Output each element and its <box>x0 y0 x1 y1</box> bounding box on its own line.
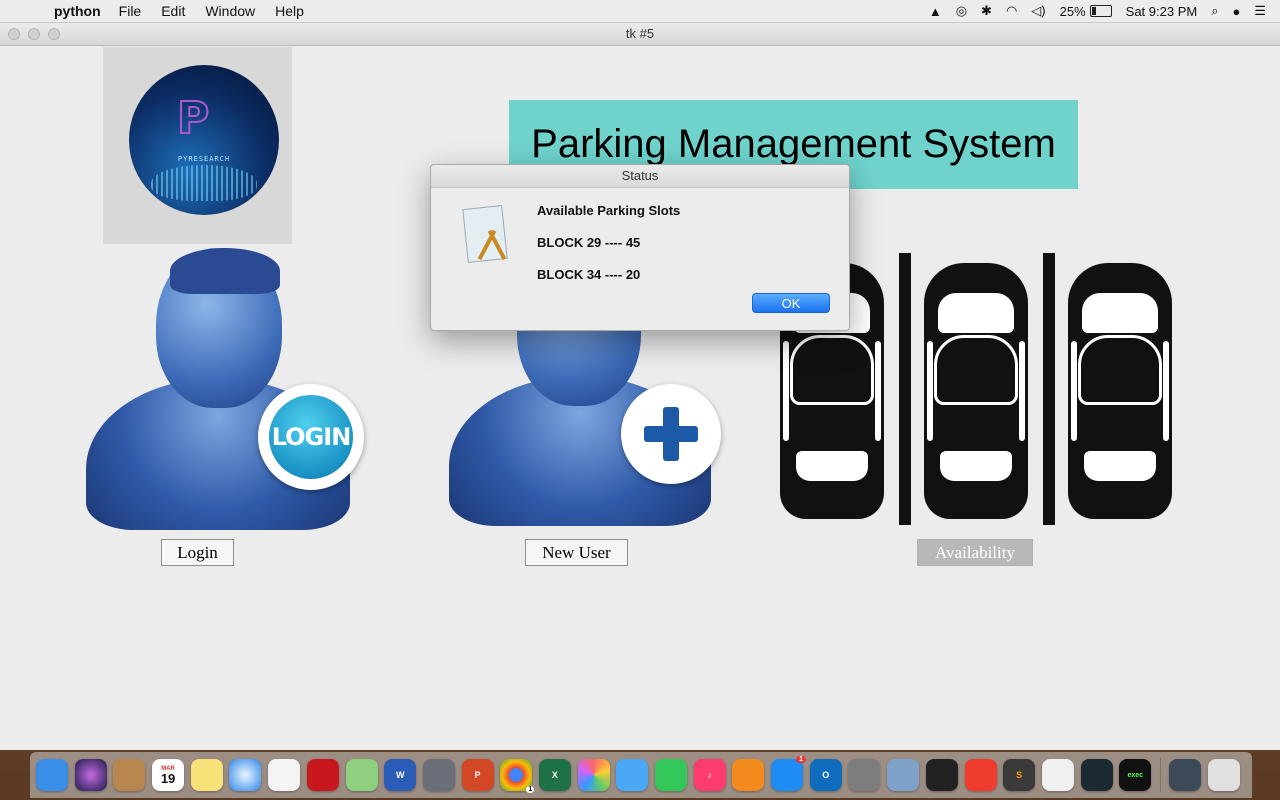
books-icon[interactable] <box>732 759 765 791</box>
menu-app-python[interactable]: python <box>54 3 101 19</box>
trash-icon[interactable] <box>1207 759 1240 791</box>
parking-divider <box>1043 253 1055 525</box>
parking-divider <box>899 253 911 525</box>
login-badge-label: LOGIN <box>269 395 353 479</box>
exec-terminal-icon[interactable]: exec <box>1119 759 1152 791</box>
new-user-button[interactable]: New User <box>525 539 628 566</box>
reminders-icon[interactable] <box>268 759 301 791</box>
siri-dock-icon[interactable] <box>74 759 107 791</box>
acrobat-icon[interactable] <box>306 759 339 791</box>
clock[interactable]: Sat 9:23 PM <box>1126 4 1198 19</box>
availability-button[interactable]: Availability <box>917 539 1033 566</box>
maps-icon[interactable] <box>345 759 378 791</box>
login-badge-icon: LOGIN <box>258 384 364 490</box>
creative-cloud-icon[interactable]: ◎ <box>956 3 967 19</box>
app-store-icon[interactable]: 1 <box>771 756 807 791</box>
menu-edit[interactable]: Edit <box>161 3 185 19</box>
login-button[interactable]: Login <box>161 539 234 566</box>
logo-p-icon: P <box>176 92 210 145</box>
powerpoint-icon[interactable]: P <box>461 759 494 791</box>
status-dialog: Status Available Parking Slots BLOCK 29 … <box>430 164 850 331</box>
excel-icon[interactable]: X <box>538 759 571 791</box>
close-window-icon[interactable] <box>8 28 20 40</box>
notes-icon[interactable] <box>190 759 223 791</box>
dialog-line-block-29: BLOCK 29 ---- 45 <box>537 235 641 250</box>
sublime-text-icon[interactable]: S <box>1003 759 1036 791</box>
anydesk-icon[interactable] <box>964 759 997 791</box>
pyresearch-logo: P PYRESEARCH <box>129 65 279 215</box>
spotlight-search-icon[interactable]: ⌕ <box>1211 3 1218 19</box>
chrome-icon[interactable]: 1 <box>500 759 535 793</box>
system-preferences-icon[interactable] <box>848 759 881 791</box>
add-user-plus-icon <box>621 384 721 484</box>
logo-hand-icon <box>151 165 257 201</box>
menu-file[interactable]: File <box>119 3 142 19</box>
exec-label: exec <box>1127 771 1144 779</box>
zoom-window-icon[interactable] <box>48 28 60 40</box>
dock: MAR 19 W P 1 X ♪ 1 O S exec <box>30 752 1252 798</box>
menu-window[interactable]: Window <box>205 3 255 19</box>
volume-icon[interactable]: ◁) <box>1031 3 1045 19</box>
terminal-icon[interactable] <box>925 759 958 791</box>
window-titlebar[interactable]: tk #5 <box>0 23 1280 46</box>
facetime-icon[interactable] <box>655 759 687 791</box>
safari-icon[interactable] <box>229 759 262 791</box>
login-person-icon: LOGIN <box>86 248 366 533</box>
ok-button[interactable]: OK <box>752 293 830 313</box>
siri-icon[interactable]: ● <box>1232 4 1240 19</box>
car-icon <box>924 263 1028 519</box>
finder-icon[interactable] <box>36 759 68 791</box>
battery-percent: 25% <box>1059 3 1086 19</box>
battery-icon <box>1089 5 1112 17</box>
music-icon[interactable]: ♪ <box>693 759 726 791</box>
dock-separator <box>1159 758 1161 792</box>
vlc-icon[interactable] <box>1041 759 1074 791</box>
app-window: tk #5 P PYRESEARCH Parking Management Sy… <box>0 23 1280 750</box>
minimize-window-icon[interactable] <box>28 28 40 40</box>
dialog-title: Status <box>431 165 849 188</box>
launchpad-icon[interactable] <box>422 759 455 791</box>
outlook-icon[interactable]: O <box>809 759 842 791</box>
contacts-icon[interactable] <box>113 759 146 791</box>
menu-bar: python File Edit Window Help ▲ ◎ ✱ ◠ ◁) … <box>0 0 1280 23</box>
chrome-badge: 1 <box>526 786 535 793</box>
calendar-icon[interactable]: MAR 19 <box>152 759 185 791</box>
notification-center-icon[interactable]: ☰ <box>1254 3 1266 19</box>
dialog-heading: Available Parking Slots <box>537 203 681 218</box>
word-icon[interactable]: W <box>384 759 417 791</box>
preview-icon[interactable] <box>887 759 920 791</box>
calendar-day: 19 <box>160 770 176 786</box>
menu-help[interactable]: Help <box>275 3 304 19</box>
logo-panel: P PYRESEARCH <box>103 47 292 244</box>
app-store-badge: 1 <box>796 756 807 763</box>
script-editor-icon <box>461 205 509 263</box>
photos-icon[interactable] <box>577 759 610 791</box>
window-title: tk #5 <box>625 26 655 41</box>
car-icon <box>1068 263 1172 519</box>
vlc-status-icon[interactable]: ▲ <box>929 4 942 19</box>
downloads-stack-icon[interactable] <box>1168 759 1201 791</box>
wifi-icon[interactable]: ◠ <box>1006 3 1017 19</box>
dialog-line-block-34: BLOCK 34 ---- 20 <box>537 267 641 282</box>
filmora-icon[interactable] <box>1080 759 1113 791</box>
bluetooth-icon[interactable]: ✱ <box>981 3 992 19</box>
messages-icon[interactable] <box>616 759 649 791</box>
logo-text: PYRESEARCH <box>177 155 231 163</box>
battery-status[interactable]: 25% <box>1060 4 1112 19</box>
